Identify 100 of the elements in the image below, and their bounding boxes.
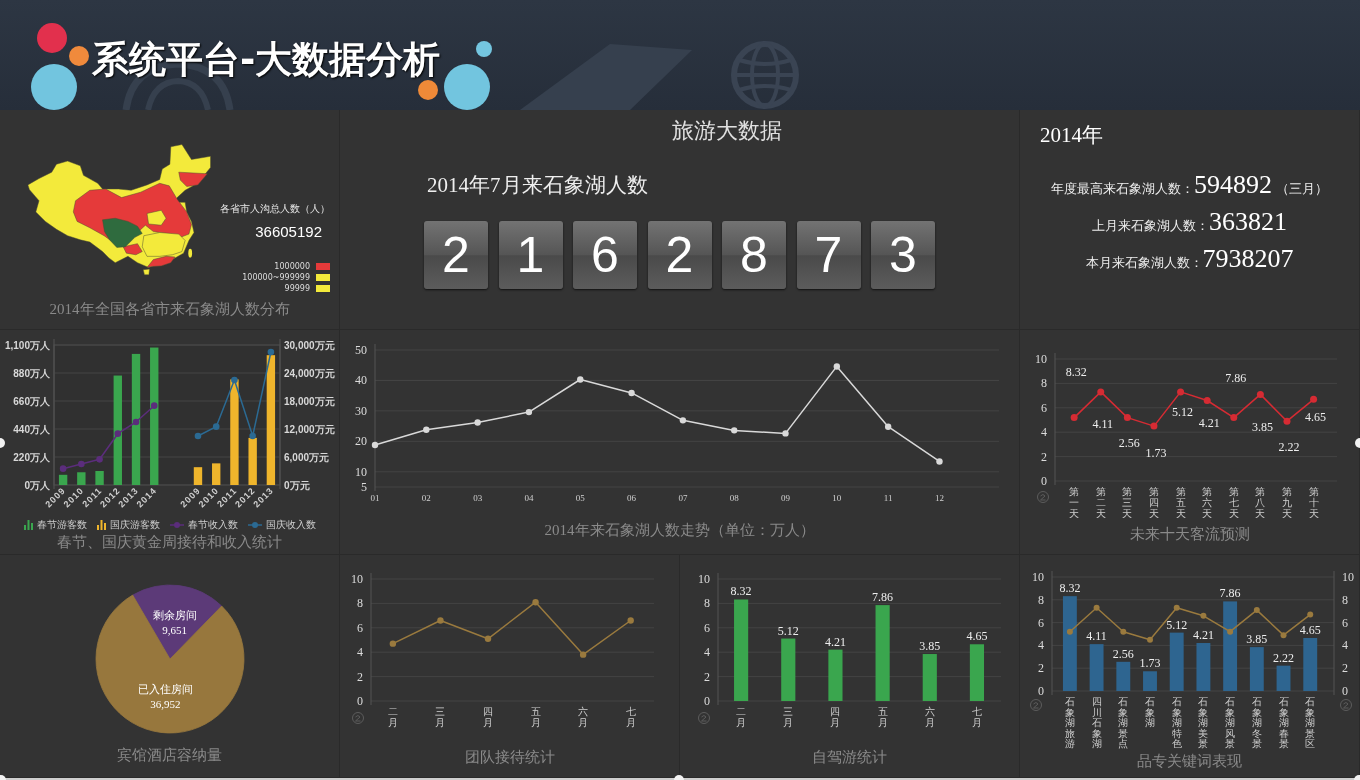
value-label: 4.21 [824, 634, 846, 649]
slice-label: 剩余房间 [152, 609, 197, 622]
axis-label: 10 [832, 493, 842, 503]
legend-label: 国庆游客数 [109, 519, 160, 531]
axis-label: 11 [883, 493, 893, 503]
data-point [1173, 604, 1180, 611]
axis-label: 4 [1341, 638, 1348, 653]
axis-label: 10 [1341, 570, 1354, 584]
axis-label: 0 [704, 694, 710, 708]
data-point [1096, 388, 1104, 396]
data-point [1149, 422, 1157, 430]
axis-label: 6 [1040, 400, 1047, 415]
data-point [577, 376, 584, 383]
value-label: 2.22 [1272, 650, 1294, 665]
data-point [936, 458, 943, 465]
axis-label: 四川石象湖 [1091, 696, 1102, 749]
axis-label: 6,000万元 [284, 452, 330, 463]
ring-icon [1029, 699, 1042, 711]
data-point [731, 427, 738, 434]
value-label: 5.12 [777, 623, 799, 638]
axis-label: 2 [1037, 661, 1044, 676]
data-point [579, 651, 587, 658]
axis-label: 20 [355, 434, 367, 449]
axis-label: 四月 [483, 706, 493, 728]
resize-handle[interactable] [1354, 775, 1360, 780]
value-label: 4.65 [966, 629, 988, 644]
data-point [1199, 612, 1206, 619]
axis-label: 三月 [783, 706, 794, 728]
axis-label: 5 [361, 480, 367, 494]
legend-label: 春节游客数 [36, 519, 87, 531]
axis-label: 石象湖旅游 [1064, 696, 1075, 749]
data-point [1229, 414, 1237, 422]
legend-title: 各省市人沟总人数（人） [220, 202, 330, 216]
axis-label: 220万人 [13, 452, 50, 463]
data-point [782, 430, 789, 437]
value-label: 2.56 [1118, 435, 1140, 450]
axis-label: 第十天 [1308, 486, 1319, 519]
counter-digit: 7 [796, 221, 861, 289]
legend-label: 100000~999999 [242, 273, 310, 282]
value-label: 7.86 [872, 590, 894, 605]
axis-label: 第二天 [1095, 486, 1106, 519]
chart-title: 品专关键词表现 [1137, 752, 1242, 771]
data-point [132, 418, 140, 426]
axis-label: 01 [370, 493, 380, 503]
value-label: 8.32 [1065, 365, 1087, 380]
value-label: 3.85 [919, 639, 941, 654]
axis-label: 石象湖景点 [1117, 696, 1128, 749]
stat-label: 上月来石象湖人数： [1092, 217, 1209, 235]
slice-label: 已入住房间 [138, 682, 193, 695]
value-label: 7.86 [1224, 371, 1246, 386]
resize-handle[interactable] [674, 775, 684, 780]
axis-label: 五月 [877, 706, 888, 728]
data-point [1176, 388, 1184, 396]
chart-title: 自驾游统计 [812, 748, 887, 767]
axis-label: 18,000万元 [284, 396, 335, 407]
axis-label: 4 [704, 645, 710, 660]
axis-label: 12,000万元 [284, 424, 335, 435]
axis-label: 0 [1037, 684, 1044, 698]
axis-label: 第三天 [1121, 486, 1132, 519]
axis-label: 06 [627, 493, 637, 503]
data-point [1226, 628, 1233, 635]
value-label: 7.86 [1219, 586, 1241, 601]
axis-label: 0 [357, 694, 363, 708]
axis-label: 第七天 [1228, 486, 1239, 519]
data-point [474, 419, 481, 426]
data-point [371, 441, 379, 449]
value-label: 4.21 [1198, 415, 1220, 430]
dot-icon [418, 80, 438, 100]
axis-label: 石象湖春景 [1278, 696, 1289, 749]
dot-icon [444, 64, 490, 110]
chart-title: 春节、国庆黄金周接待和收入统计 [57, 533, 282, 552]
data-point [1070, 414, 1078, 422]
data-point [78, 460, 85, 468]
legend-label: 1000000 [274, 262, 310, 271]
chart-title: 宾馆酒店容纳量 [117, 746, 222, 765]
ring-icon [1036, 491, 1049, 503]
resize-handle[interactable] [0, 775, 6, 780]
axis-label: 50 [355, 343, 367, 357]
axis-label: 二月 [387, 706, 398, 728]
resize-handle[interactable] [1355, 438, 1360, 448]
data-point [627, 617, 634, 624]
value-label: 2.56 [1112, 646, 1134, 661]
data-point [423, 426, 430, 433]
resize-handle[interactable] [0, 438, 5, 448]
legend-label: 春节收入数 [187, 519, 238, 531]
value-label: 4.65 [1304, 410, 1326, 425]
section-title: 旅游大数据 [672, 117, 782, 145]
counter-digit: 6 [573, 221, 637, 289]
data-point [96, 456, 103, 463]
axis-label: 0 [1341, 684, 1348, 698]
data-point [884, 423, 892, 430]
axis-label: 五月 [530, 706, 541, 728]
axis-label: 0万元 [284, 480, 310, 491]
value-label: 1.73 [1144, 445, 1166, 460]
total-count: 36605192 [255, 222, 322, 242]
axis-label: 2 [357, 669, 363, 684]
axis-label: 石象湖美景 [1197, 696, 1208, 749]
axis-label: 880万人 [13, 368, 50, 379]
axis-label: 07 [678, 493, 688, 503]
ring-icon [698, 712, 710, 724]
